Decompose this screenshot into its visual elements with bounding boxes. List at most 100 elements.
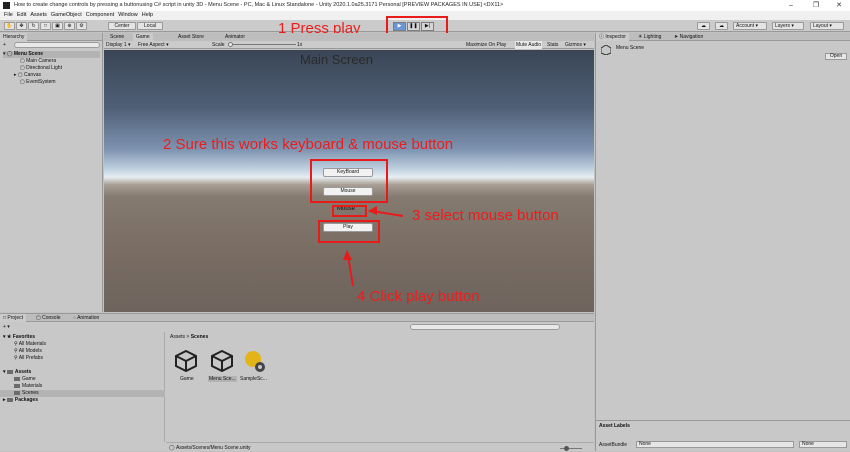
hierarchy-item[interactable]: ▢ Main Camera bbox=[20, 58, 56, 65]
tab-navigation[interactable]: ➤ Navigation bbox=[671, 33, 706, 41]
tab-inspector[interactable]: ⓘ Inspector bbox=[596, 33, 629, 41]
folder-icon bbox=[14, 376, 20, 381]
project-panel: □ Project ▢ Console ◌ Animation + ▾ ▾ ★ … bbox=[0, 313, 594, 451]
favorites-item[interactable]: ⚲ All Prefabs bbox=[14, 355, 43, 362]
minimize-button[interactable]: – bbox=[779, 0, 803, 11]
folder-icon bbox=[6, 369, 13, 374]
annotation-arrows bbox=[343, 206, 404, 287]
hierarchy-add-button[interactable]: + bbox=[3, 42, 6, 48]
breadcrumb-scenes[interactable]: Scenes bbox=[191, 334, 209, 340]
tab-project[interactable]: □ Project bbox=[0, 314, 26, 322]
packages-folder[interactable]: ▸ Packages bbox=[3, 397, 38, 404]
icon-size-slider-handle[interactable] bbox=[564, 446, 569, 451]
unity-app-icon bbox=[3, 2, 10, 9]
menu-gameobject[interactable]: GameObject bbox=[51, 11, 82, 20]
maximize-on-play-toggle[interactable]: Maximize On Play bbox=[466, 42, 506, 48]
unity-scene-icon[interactable] bbox=[211, 349, 233, 373]
project-add-button[interactable]: + ▾ bbox=[3, 324, 10, 330]
tab-console[interactable]: ▢ Console bbox=[33, 314, 63, 322]
assetbundle-variant-dropdown[interactable]: None bbox=[799, 441, 847, 448]
hierarchy-scene-row[interactable]: ▾ ◯ Menu Scene bbox=[3, 51, 100, 58]
main-screen-title: Main Screen bbox=[300, 52, 373, 67]
assetbundle-dropdown[interactable]: None bbox=[636, 441, 794, 448]
gizmos-dropdown[interactable]: Gizmos ▾ bbox=[565, 42, 586, 48]
scene-file-icon: ◯ bbox=[169, 445, 175, 451]
menu-component[interactable]: Component bbox=[86, 11, 114, 20]
inspector-divider bbox=[596, 420, 850, 421]
menu-file[interactable]: File bbox=[4, 11, 13, 20]
arrow-step-4-head bbox=[343, 250, 352, 260]
assets-subfolder-selected[interactable]: Scenes bbox=[0, 390, 165, 397]
rect-tool-icon[interactable]: ▣ bbox=[52, 22, 63, 30]
project-folder-tree: ▾ ★ Favorites ⚲ All Materials ⚲ All Mode… bbox=[0, 332, 165, 442]
scale-label: Scale bbox=[212, 42, 225, 48]
tab-lighting[interactable]: ☀ Lighting bbox=[635, 33, 664, 41]
aspect-dropdown[interactable]: Free Aspect ▾ bbox=[138, 42, 169, 48]
hierarchy-item[interactable]: ▢ Directional Light bbox=[20, 65, 62, 72]
tab-animation[interactable]: ◌ Animation bbox=[70, 314, 102, 322]
file-label-samplescene: SampleSc... bbox=[240, 376, 267, 382]
menu-help[interactable]: Help bbox=[142, 11, 153, 20]
arrow-step-4-line bbox=[347, 255, 354, 287]
tab-asset-store[interactable]: Asset Store bbox=[175, 33, 207, 41]
hierarchy-search-row: + bbox=[0, 41, 102, 50]
transform-tool-icon[interactable]: ⊕ bbox=[64, 22, 75, 30]
menu-assets[interactable]: Assets bbox=[30, 11, 47, 20]
scene-settings-icon[interactable] bbox=[243, 350, 267, 374]
game-view-toolbar: Display 1 ▾ Free Aspect ▾ Scale 1x Maxim… bbox=[104, 41, 594, 49]
file-label-game: Game bbox=[180, 376, 194, 382]
tab-scene[interactable]: Scene bbox=[107, 33, 127, 41]
scale-slider-handle[interactable] bbox=[228, 42, 233, 47]
layers-dropdown[interactable]: Layers ▾ bbox=[772, 22, 804, 30]
collab-icon[interactable]: ☁ bbox=[697, 22, 710, 30]
favorites-item[interactable]: ⚲ All Models bbox=[14, 348, 42, 355]
annotation-box-input-buttons bbox=[310, 159, 388, 203]
tab-animator[interactable]: Animator bbox=[222, 33, 248, 41]
open-button[interactable]: Open bbox=[825, 53, 847, 60]
unity-scene-icon bbox=[600, 44, 612, 56]
stats-toggle[interactable]: Stats bbox=[547, 42, 558, 48]
hierarchy-panel: Hierarchy + ▾ ◯ Menu Scene ▢ Main Camera… bbox=[0, 33, 103, 312]
assets-subfolder[interactable]: Game bbox=[14, 376, 36, 383]
project-header: □ Project ▢ Console ◌ Animation bbox=[0, 314, 594, 322]
pivot-local-toggle[interactable]: Local bbox=[137, 22, 163, 30]
unity-scene-icon[interactable] bbox=[175, 349, 197, 373]
hierarchy-search-input[interactable] bbox=[14, 42, 100, 48]
pivot-center-toggle[interactable]: Center bbox=[108, 22, 136, 30]
hierarchy-item[interactable]: ▸ ▢ Canvas bbox=[14, 72, 41, 79]
scale-tool-icon[interactable]: □ bbox=[40, 22, 51, 30]
folder-icon bbox=[14, 390, 20, 395]
window-title: How to create change controls by pressin… bbox=[14, 2, 504, 8]
inspector-header: ⓘ Inspector ☀ Lighting ➤ Navigation bbox=[596, 33, 850, 41]
display-dropdown[interactable]: Display 1 ▾ bbox=[106, 42, 130, 48]
tab-game[interactable]: Game bbox=[133, 33, 153, 41]
layout-dropdown[interactable]: Layout ▾ bbox=[810, 22, 844, 30]
folder-icon bbox=[6, 397, 13, 402]
scale-slider-track[interactable] bbox=[228, 44, 296, 45]
menu-window[interactable]: Window bbox=[118, 11, 138, 20]
rotate-tool-icon[interactable]: ↻ bbox=[28, 22, 39, 30]
move-tool-icon[interactable]: ✥ bbox=[16, 22, 27, 30]
hierarchy-item[interactable]: ▢ EventSystem bbox=[20, 79, 56, 86]
close-button[interactable]: ✕ bbox=[827, 0, 850, 11]
custom-tool-icon[interactable]: ⚙ bbox=[76, 22, 87, 30]
breadcrumb-assets[interactable]: Assets bbox=[170, 334, 185, 340]
mute-audio-toggle[interactable]: Mute Audio bbox=[515, 41, 543, 49]
status-path: Assets/Scenes/Menu Scene.unity bbox=[176, 445, 251, 451]
maximize-button[interactable]: ❐ bbox=[804, 0, 828, 11]
arrow-step-3-head bbox=[368, 206, 377, 215]
menu-edit[interactable]: Edit bbox=[17, 11, 26, 20]
file-label-menu-scene: Menu Sce... bbox=[208, 376, 237, 382]
assets-subfolder[interactable]: Materials bbox=[14, 383, 42, 390]
favorites-folder[interactable]: ▾ ★ Favorites bbox=[3, 334, 35, 341]
project-search-input[interactable] bbox=[410, 324, 560, 330]
assets-folder[interactable]: ▾ Assets bbox=[3, 369, 31, 376]
inspector-object-name: Menu Scene bbox=[616, 45, 645, 51]
account-dropdown[interactable]: Account ▾ bbox=[733, 22, 767, 30]
assetbundle-label: AssetBundle bbox=[599, 442, 628, 448]
hand-tool-icon[interactable]: ✋ bbox=[4, 22, 15, 30]
favorites-item[interactable]: ⚲ All Materials bbox=[14, 341, 46, 348]
tab-hierarchy[interactable]: Hierarchy bbox=[0, 33, 28, 41]
project-breadcrumb: Assets > Scenes bbox=[170, 334, 209, 340]
cloud-icon[interactable]: ☁ bbox=[715, 22, 728, 30]
